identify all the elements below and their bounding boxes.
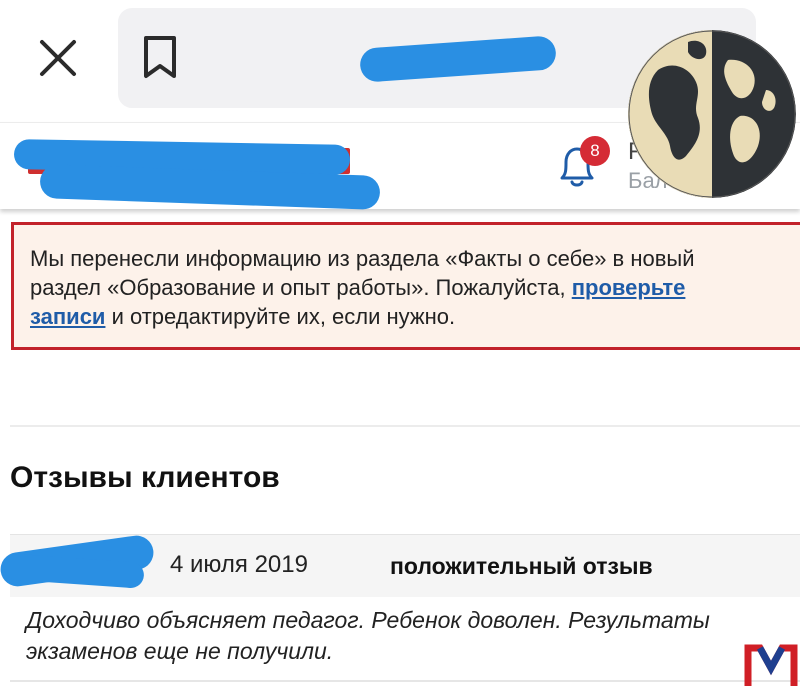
close-button[interactable] bbox=[36, 36, 80, 80]
notice-line: раздел «Образование и опыт работы». Пожа… bbox=[30, 273, 800, 302]
close-icon bbox=[40, 40, 76, 76]
m-logo bbox=[744, 642, 798, 688]
review-text-line: Доходчиво объясняет педагог. Ребенок дов… bbox=[26, 607, 710, 633]
notice-line: записи и отредактируйте их, если нужно. bbox=[30, 302, 800, 331]
review-text-line: экзаменов еще не получили. bbox=[26, 638, 334, 664]
review-type-label: положительный отзыв bbox=[390, 553, 653, 579]
notice-text-part: раздел «Образование и опыт работы». Пожа… bbox=[30, 275, 572, 300]
divider bbox=[10, 425, 800, 427]
notice-text-part: и отредактируйте их, если нужно. bbox=[105, 304, 456, 329]
notice-text: Мы перенесли информацию из раздела «Факт… bbox=[30, 244, 800, 331]
globe-avatar bbox=[628, 30, 796, 198]
review-text: Доходчиво объясняет педагог. Ребенок дов… bbox=[26, 605, 786, 667]
notice-line: Мы перенесли информацию из раздела «Факт… bbox=[30, 246, 695, 271]
bookmark-button[interactable] bbox=[140, 34, 180, 80]
review-date: 4 июля 2019 bbox=[170, 551, 308, 578]
reviews-title: Отзывы клиентов bbox=[10, 461, 280, 494]
divider bbox=[10, 680, 800, 682]
bookmark-icon bbox=[144, 36, 176, 78]
check-records-link-continued[interactable]: записи bbox=[30, 304, 105, 329]
check-records-link[interactable]: проверьте bbox=[572, 275, 686, 300]
notification-badge: 8 bbox=[580, 136, 610, 166]
